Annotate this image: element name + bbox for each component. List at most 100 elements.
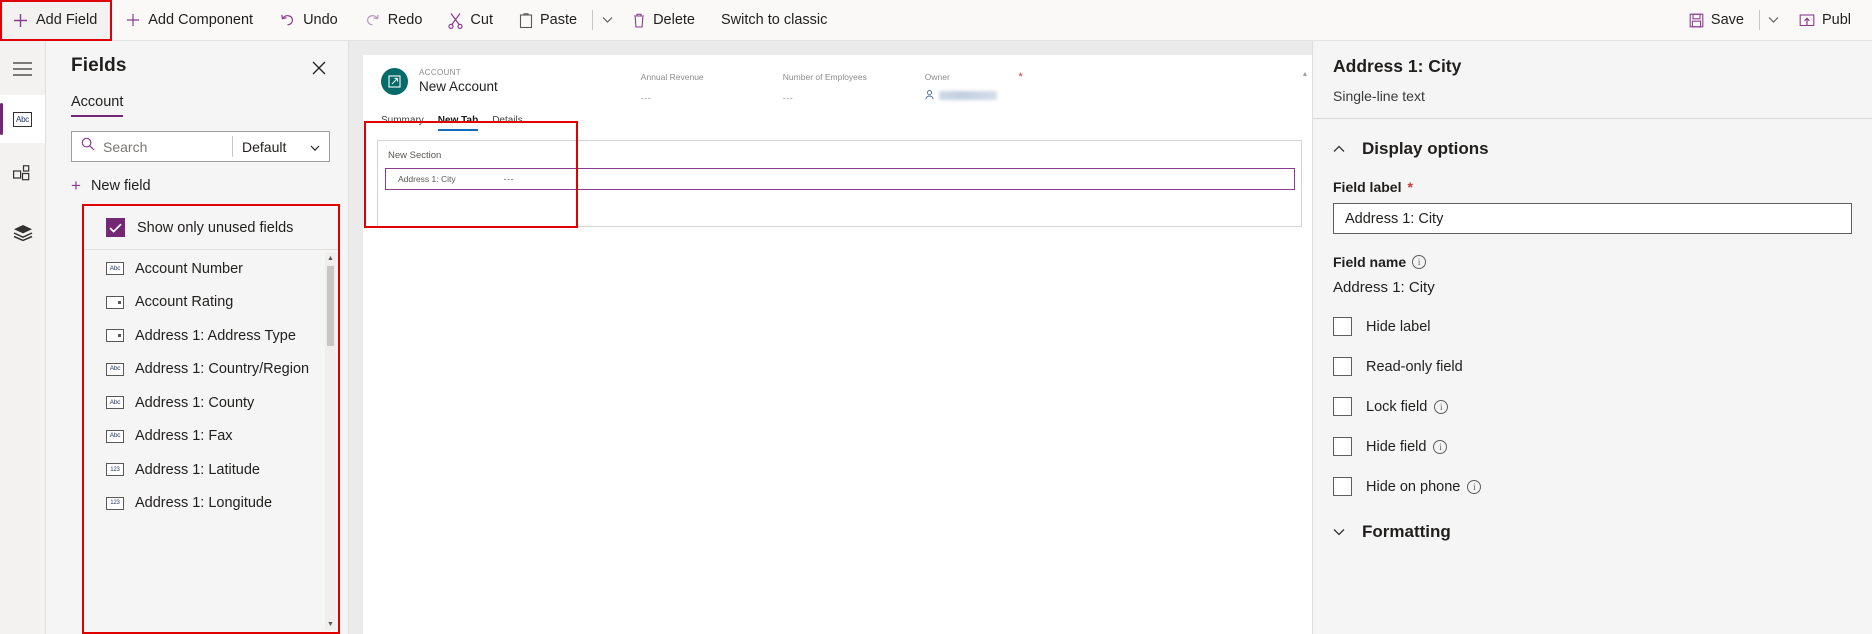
text-field-icon: Abc <box>106 262 124 276</box>
record-identity: ACCOUNT New Account <box>381 68 498 96</box>
add-field-button[interactable]: Add Field <box>0 0 113 41</box>
checkbox-label[interactable]: Read-only field <box>1366 359 1463 375</box>
redo-icon <box>364 12 381 28</box>
cut-button[interactable]: Cut <box>435 0 506 41</box>
fields-search-row: Default <box>71 131 330 162</box>
fields-list[interactable]: Abc Account Number Account Rating Address 1… <box>84 250 338 632</box>
sidebar-item-menu[interactable] <box>0 47 45 95</box>
checkbox-row[interactable]: Hide field i <box>1333 437 1852 456</box>
form-field-address1-city[interactable]: Address 1: City --- <box>385 167 1295 190</box>
canvas-scrollbar[interactable]: ▲ <box>1300 69 1310 634</box>
list-item[interactable]: Abc Account Number <box>84 252 338 286</box>
field-label-input[interactable] <box>1333 203 1852 234</box>
list-item[interactable]: Abc Address 1: County <box>84 386 338 420</box>
left-icon-rail: Abc <box>0 41 46 634</box>
list-item[interactable]: Abc Address 1: Country/Region <box>84 353 338 387</box>
header-field-label: Number of Employees <box>782 72 867 82</box>
list-item[interactable]: Abc Address 1: Fax <box>84 420 338 454</box>
option-set-icon <box>106 329 124 343</box>
checkbox-row[interactable]: Hide on phone i <box>1333 477 1852 496</box>
scissors-icon <box>448 12 464 29</box>
tab-new-tab[interactable]: New Tab <box>437 115 479 131</box>
checkbox-row[interactable]: Hide label <box>1333 317 1852 336</box>
sidebar-item-components[interactable] <box>0 153 45 201</box>
checkbox-row[interactable]: Read-only field <box>1333 357 1852 376</box>
header-field-label: Owner <box>924 72 950 82</box>
plus-icon: + <box>71 176 81 195</box>
chevron-down-icon <box>310 139 320 155</box>
show-only-unused-label[interactable]: Show only unused fields <box>137 220 293 236</box>
paste-options-chevron-down-icon[interactable] <box>595 0 619 41</box>
person-icon <box>925 89 934 102</box>
info-icon[interactable]: i <box>1467 479 1482 494</box>
header-field-annual-revenue[interactable]: Annual Revenue --- <box>641 72 783 103</box>
checkbox-lock-field[interactable] <box>1333 397 1352 416</box>
paste-label: Paste <box>539 12 578 28</box>
list-item[interactable]: 123 Address 1: Latitude <box>84 453 338 487</box>
add-component-button[interactable]: Add Component <box>112 0 266 41</box>
close-icon[interactable] <box>306 55 332 81</box>
plus-icon <box>125 12 141 28</box>
info-icon[interactable]: i <box>1412 255 1427 269</box>
checkbox-label[interactable]: Hide on phone i <box>1366 478 1482 495</box>
scrollbar-thumb[interactable] <box>327 266 334 346</box>
form-preview-surface: ACCOUNT New Account Annual Revenue --- N… <box>363 55 1312 634</box>
undo-button[interactable]: Undo <box>266 0 351 41</box>
checkbox-label[interactable]: Hide label <box>1366 319 1431 335</box>
save-label: Save <box>1710 12 1744 28</box>
checkbox-read-only-field[interactable] <box>1333 357 1352 376</box>
form-section[interactable]: New Section Address 1: City --- <box>377 139 1302 227</box>
checkbox-label[interactable]: Hide field i <box>1366 439 1448 455</box>
field-name-heading: Field name i <box>1333 254 1852 270</box>
tab-summary[interactable]: Summary <box>381 115 424 131</box>
delete-button[interactable]: Delete <box>619 0 708 41</box>
save-options-chevron-down-icon[interactable] <box>1762 0 1786 41</box>
save-button[interactable]: Save <box>1676 0 1757 41</box>
sidebar-item-tree-view[interactable] <box>0 211 45 259</box>
info-icon[interactable]: i <box>1434 399 1449 414</box>
list-item-label: Address 1: County <box>135 394 255 411</box>
checkbox-hide-label[interactable] <box>1333 317 1352 336</box>
checkbox-label[interactable]: Lock field i <box>1366 399 1449 415</box>
list-item[interactable]: Address 1: Address Type <box>84 319 338 353</box>
list-item[interactable]: 123 Address 1: Longitude <box>84 487 338 521</box>
tab-details[interactable]: Details <box>492 115 523 131</box>
header-field-number-of-employees[interactable]: Number of Employees --- <box>783 72 925 103</box>
field-filter-value: Default <box>242 138 287 155</box>
switch-to-classic-button[interactable]: Switch to classic <box>708 0 840 41</box>
section-title-label: New Section <box>388 149 442 161</box>
components-grid-icon <box>13 165 32 189</box>
scroll-down-arrow-icon[interactable]: ▼ <box>325 618 336 630</box>
properties-content: Display options Field label * Field name… <box>1313 119 1872 634</box>
search-input[interactable] <box>103 138 223 155</box>
formatting-accordion[interactable]: Formatting <box>1333 496 1852 542</box>
page-title: Fields <box>71 55 127 76</box>
show-only-unused-checkbox[interactable] <box>106 218 125 237</box>
header-field-owner[interactable]: * Owner <box>924 71 1067 103</box>
checkbox-hide-on-phone[interactable] <box>1333 477 1352 496</box>
info-icon[interactable]: i <box>1433 439 1448 454</box>
fields-list-scrollbar[interactable]: ▲ ▼ <box>325 252 336 630</box>
list-item-label: Address 1: Fax <box>135 428 233 445</box>
chevron-up-icon <box>1333 145 1345 153</box>
checkbox-label-text: Hide label <box>1366 318 1431 335</box>
tab-account[interactable]: Account <box>71 94 124 117</box>
plus-icon <box>12 12 29 29</box>
show-only-unused-fields-row[interactable]: Show only unused fields <box>84 206 338 250</box>
paste-button[interactable]: Paste <box>506 0 590 41</box>
checkbox-label-text: Read-only field <box>1366 358 1463 375</box>
display-options-accordion[interactable]: Display options <box>1333 119 1852 159</box>
form-field-value: --- <box>503 173 515 184</box>
redo-button[interactable]: Redo <box>351 0 436 41</box>
checkbox-label-text: Hide on phone <box>1366 478 1461 495</box>
scroll-up-arrow-icon[interactable]: ▲ <box>325 252 336 264</box>
sidebar-item-fields[interactable]: Abc <box>0 95 45 143</box>
list-item[interactable]: Account Rating <box>84 286 338 320</box>
checkbox-row[interactable]: Lock field i <box>1333 397 1852 416</box>
checkbox-hide-field[interactable] <box>1333 437 1352 456</box>
scroll-up-arrow-icon[interactable]: ▲ <box>1300 69 1310 81</box>
publish-button[interactable]: Publ <box>1786 0 1864 41</box>
new-field-button[interactable]: + New field <box>71 173 151 198</box>
field-filter-dropdown[interactable]: Default <box>233 132 329 161</box>
search-box[interactable] <box>72 132 232 161</box>
